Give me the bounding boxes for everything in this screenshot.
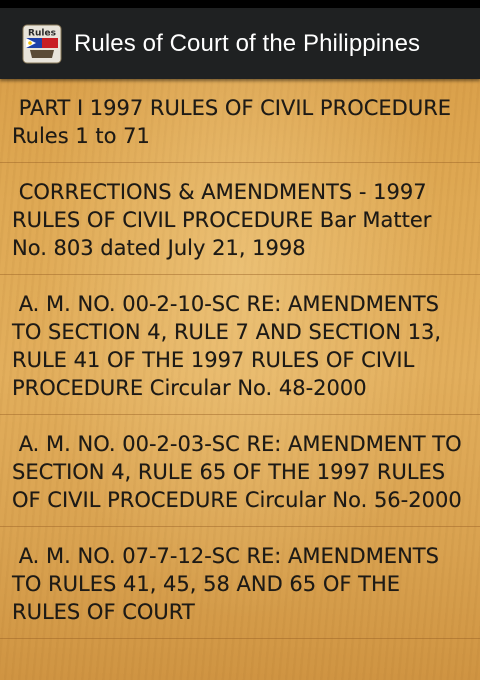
- rules-list: PART I 1997 RULES OF CIVIL PROCEDURE Rul…: [0, 79, 480, 639]
- app-screen: Rules Rules of Court of the Philippines …: [0, 0, 480, 680]
- list-item[interactable]: A. M. NO. 00-2-10-SC RE: AMENDMENTS TO S…: [0, 275, 480, 415]
- app-icon-lettering: Rules: [28, 28, 56, 38]
- rules-of-court-app-icon[interactable]: Rules: [22, 24, 62, 64]
- action-bar: Rules Rules of Court of the Philippines: [0, 8, 480, 79]
- list-item-label: A. M. NO. 00-2-03-SC RE: AMENDMENT TO SE…: [12, 432, 469, 512]
- list-item-label: PART I 1997 RULES OF CIVIL PROCEDURE Rul…: [12, 96, 458, 148]
- list-item-label: CORRECTIONS & AMENDMENTS - 1997 RULES OF…: [12, 180, 439, 260]
- list-item-label: A. M. NO. 00-2-10-SC RE: AMENDMENTS TO S…: [12, 292, 448, 400]
- list-item[interactable]: A. M. NO. 00-2-03-SC RE: AMENDMENT TO SE…: [0, 415, 480, 527]
- status-bar: [0, 0, 480, 8]
- list-item-label: A. M. NO. 07-7-12-SC RE: AMENDMENTS TO R…: [12, 544, 446, 624]
- list-item[interactable]: A. M. NO. 07-7-12-SC RE: AMENDMENTS TO R…: [0, 527, 480, 639]
- list-item[interactable]: CORRECTIONS & AMENDMENTS - 1997 RULES OF…: [0, 163, 480, 275]
- list-item[interactable]: PART I 1997 RULES OF CIVIL PROCEDURE Rul…: [0, 79, 480, 163]
- app-title: Rules of Court of the Philippines: [74, 29, 421, 57]
